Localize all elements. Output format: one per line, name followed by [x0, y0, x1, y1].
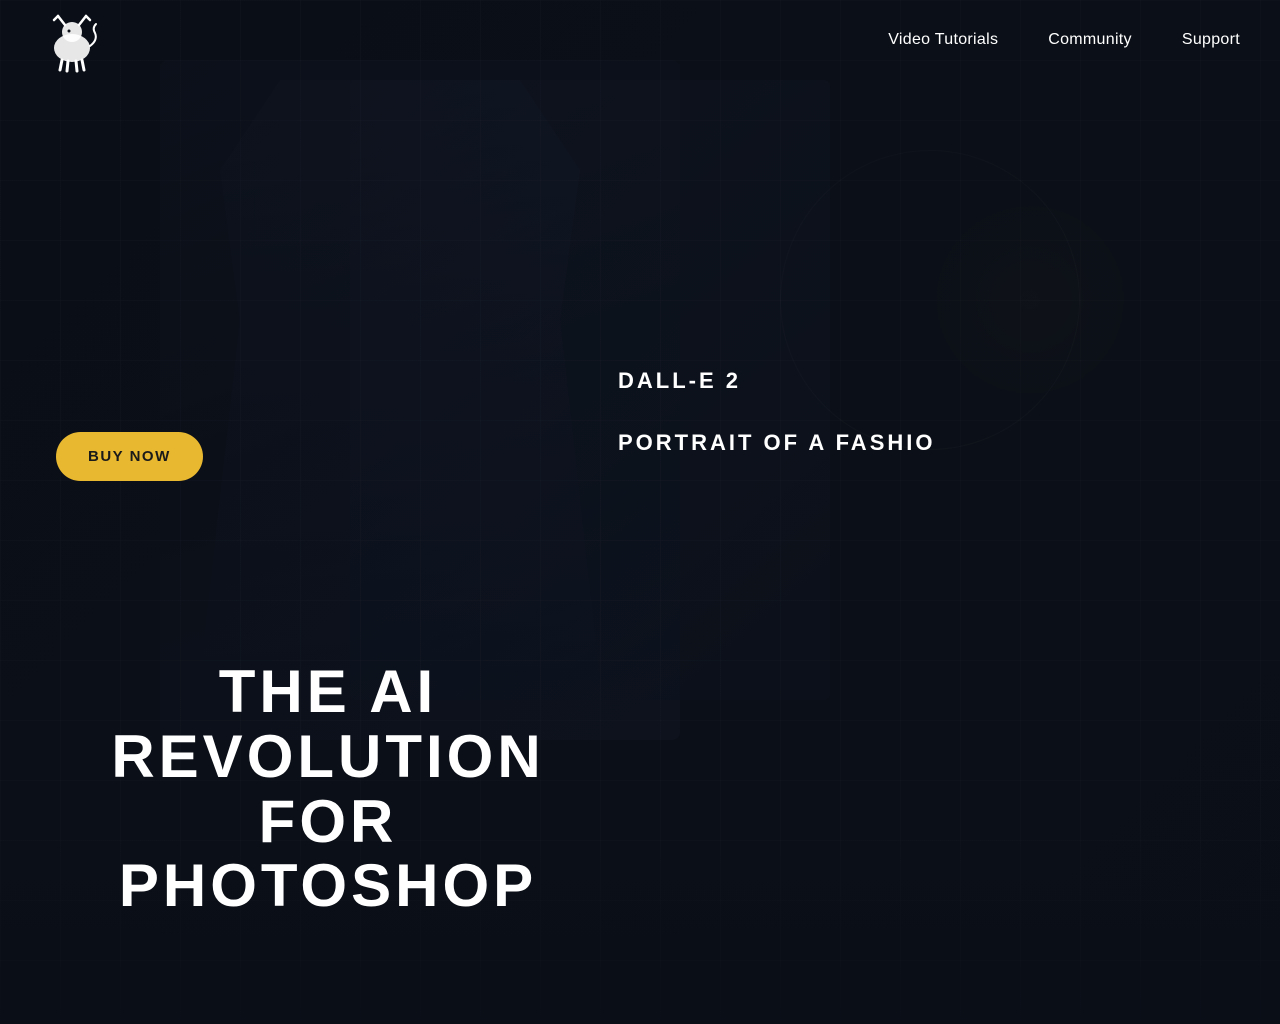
nav-link-community[interactable]: Community: [1048, 31, 1132, 48]
logo-container[interactable]: [40, 8, 105, 73]
dalle-label: DALL-E 2: [618, 368, 741, 394]
logo-icon: [40, 8, 105, 73]
buy-now-button[interactable]: BUY NOW: [56, 432, 203, 481]
headline-line2: PHOTOSHOP: [119, 852, 537, 919]
headline-line1: THE AI REVOLUTION FOR: [111, 658, 544, 855]
portrait-label: PORTRAIT OF A FASHIO: [618, 430, 935, 456]
nav-item-community[interactable]: Community: [1048, 31, 1132, 49]
hero-content: BUY NOW DALL-E 2 PORTRAIT OF A FASHIO TH…: [0, 0, 1280, 1024]
navbar: Video Tutorials Community Support: [0, 0, 1280, 80]
nav-link-support[interactable]: Support: [1182, 31, 1240, 48]
nav-links: Video Tutorials Community Support: [888, 31, 1240, 49]
main-headline: THE AI REVOLUTION FOR PHOTOSHOP: [48, 660, 608, 919]
nav-item-support[interactable]: Support: [1182, 31, 1240, 49]
nav-item-video-tutorials[interactable]: Video Tutorials: [888, 31, 998, 49]
nav-link-video-tutorials[interactable]: Video Tutorials: [888, 31, 998, 48]
headline-text: THE AI REVOLUTION FOR PHOTOSHOP: [48, 660, 608, 919]
